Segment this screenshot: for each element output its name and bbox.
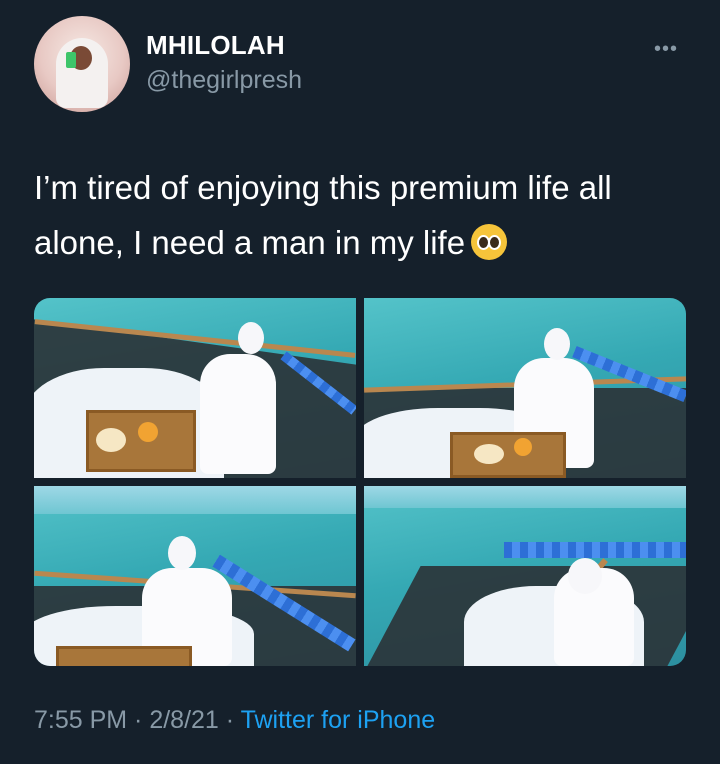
meta-separator: · [127,706,150,734]
food-fruit [514,438,532,456]
user-handle[interactable]: @thegirlpresh [146,66,302,95]
more-dots-icon[interactable]: ••• [654,38,678,61]
person-robe [200,354,276,474]
tweet-meta: 7:55 PM · 2/8/21 · Twitter for iPhone [34,706,435,735]
avatar[interactable] [34,16,130,112]
sky [34,486,356,514]
pleading-face-emoji-icon [471,224,508,260]
person-head [238,322,264,354]
tweet-text: I’m tired of enjoying this premium life … [34,160,674,270]
tweet-body: I’m tired of enjoying this premium life … [34,169,612,261]
breakfast-tray [450,432,566,478]
pool-tiles [504,542,686,558]
person-head [168,536,196,570]
person-head [544,328,570,360]
tweet-source-link[interactable]: Twitter for iPhone [241,706,436,734]
food-plate [96,428,126,452]
meta-separator: · [218,706,241,734]
food-plate [474,444,504,464]
media-photo-3[interactable] [34,486,356,666]
media-grid [34,298,686,666]
media-photo-2[interactable] [364,298,686,478]
avatar-phone [66,52,76,68]
person-head [568,558,602,594]
sky [364,486,686,508]
breakfast-tray [56,646,192,666]
tweet-date[interactable]: 2/8/21 [149,706,219,734]
media-photo-1[interactable] [34,298,356,478]
tweet-time[interactable]: 7:55 PM [34,706,127,734]
display-name[interactable]: MHILOLAH [146,30,285,61]
food-fruit [138,422,158,442]
media-photo-4[interactable] [364,486,686,666]
